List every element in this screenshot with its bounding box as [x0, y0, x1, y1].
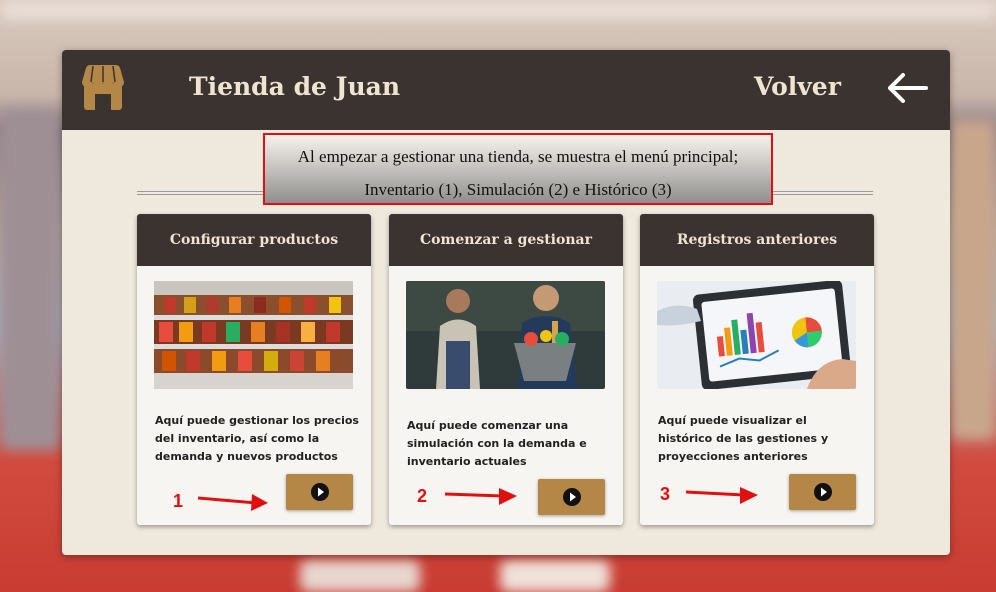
card-start-managing: Comenzar a gestionar Aquí puede comenzar…: [389, 214, 623, 525]
callout-line-2: Inventario (1), Simulación (2) e Históri…: [364, 180, 672, 199]
card-description: Aquí puede comenzar una simulación con l…: [407, 419, 587, 468]
background-blur: [300, 560, 420, 592]
annotation-callout: Al empezar a gestionar una tienda, se mu…: [263, 133, 773, 205]
card-previous-records: Registros anteriores Aquí puede visualiz…: [640, 214, 874, 525]
store-icon: [82, 65, 124, 110]
callout-line-1: Al empezar a gestionar una tienda, se mu…: [297, 147, 739, 166]
start-simulation-button[interactable]: [538, 479, 605, 515]
top-bar: Tienda de Juan Volver: [62, 50, 950, 130]
arrow-left-icon[interactable]: [886, 72, 928, 104]
background-blur: [0, 110, 60, 450]
shoppers-photo: [406, 281, 605, 389]
card-description: Aquí puede visualizar el histórico de la…: [658, 414, 829, 463]
red-arrow-icon: [685, 487, 758, 504]
red-arrow-icon: [197, 494, 268, 511]
background-blur: [950, 120, 996, 440]
back-button[interactable]: Volver: [754, 72, 841, 101]
step-number: 2: [417, 486, 428, 506]
main-menu-panel: Tienda de Juan Volver Al empezar a gesti…: [62, 50, 950, 555]
play-icon: [310, 483, 329, 501]
store-title: Tienda de Juan: [189, 72, 401, 101]
step-number: 3: [660, 484, 671, 504]
red-arrow-icon: [444, 488, 517, 505]
store-shelves-photo: [154, 281, 353, 389]
open-inventory-button[interactable]: [286, 474, 353, 510]
play-icon: [813, 483, 832, 501]
card-description: Aquí puede gestionar los precios del inv…: [155, 414, 359, 463]
open-history-button[interactable]: [789, 474, 856, 510]
background-blur: [500, 560, 610, 592]
play-icon: [562, 488, 581, 506]
card-configure-products: Configurar productos Aquí puede gestiona…: [137, 214, 371, 525]
card-title: Registros anteriores: [640, 214, 874, 266]
card-title: Configurar productos: [137, 214, 371, 266]
card-title: Comenzar a gestionar: [389, 214, 623, 266]
background-blur: [0, 0, 996, 20]
step-number: 1: [173, 491, 184, 511]
analytics-tablet-photo: [657, 281, 856, 389]
